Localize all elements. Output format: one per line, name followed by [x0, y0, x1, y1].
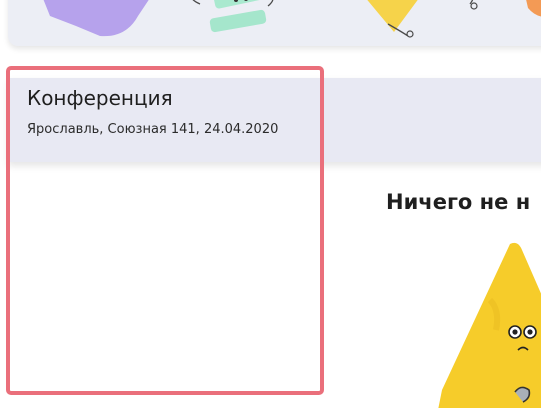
- orange-shape-icon: [526, 0, 541, 17]
- sad-triangle-mascot-icon: [430, 240, 541, 408]
- highlight-frame: [6, 66, 324, 395]
- page: Конференция Ярославль, Союзная 141, 24.0…: [0, 0, 541, 408]
- banner-illustration: [43, 0, 541, 38]
- top-banner: [8, 0, 541, 46]
- yellow-triangle-icon: [367, 0, 478, 38]
- purple-shape-icon: [43, 0, 149, 37]
- green-cards-icon: [192, 0, 274, 33]
- empty-state-heading: Ничего не н: [386, 190, 531, 214]
